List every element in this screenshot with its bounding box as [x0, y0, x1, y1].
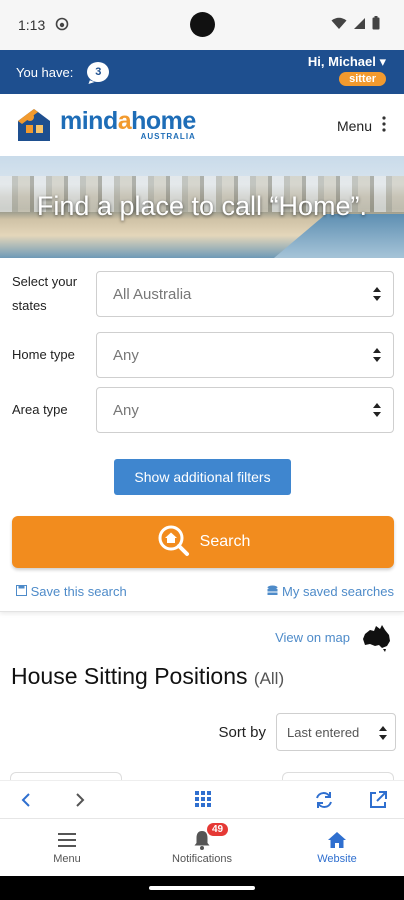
hero-banner: Find a place to call “Home”. — [0, 156, 404, 258]
show-additional-filters-button[interactable]: Show additional filters — [114, 459, 291, 495]
states-label: Select your states — [12, 274, 78, 313]
select-arrows-icon — [373, 346, 381, 368]
australia-map-icon[interactable] — [362, 624, 392, 657]
area-type-row: Area type Any — [12, 387, 394, 433]
database-icon — [267, 584, 278, 599]
view-on-map-link[interactable]: View on map — [275, 630, 350, 645]
logo-word-mind: mind — [60, 106, 118, 135]
logo-house-icon — [14, 105, 54, 145]
browser-toolbar — [0, 780, 404, 818]
my-saved-searches-label: My saved searches — [282, 584, 394, 599]
battery-icon — [372, 16, 380, 33]
bell-icon: 49 — [147, 823, 257, 853]
greeting: Hi, Michael — [307, 54, 376, 69]
app-status-icon — [55, 17, 69, 34]
you-have-label: You have: — [16, 64, 74, 80]
hero-tagline: Find a place to call “Home”. — [36, 191, 368, 221]
system-status-bar: 1:13 — [0, 0, 404, 50]
select-arrows-icon — [373, 401, 381, 423]
nav-website[interactable]: Website — [282, 827, 392, 865]
sort-label: Sort by — [218, 723, 266, 741]
site-header: mindahome AUSTRALIA Menu — [0, 94, 404, 156]
nav-website-label: Website — [317, 853, 357, 865]
camera-cutout — [190, 12, 215, 37]
nav-menu[interactable]: Menu — [12, 827, 122, 865]
user-menu[interactable]: Hi, Michael ▾ sitter — [308, 54, 386, 86]
home-type-select[interactable]: Any — [96, 332, 394, 378]
map-row: View on map — [0, 624, 404, 654]
user-bar: You have: 3 Hi, Michael ▾ sitter — [0, 50, 404, 94]
select-arrows-icon — [379, 724, 387, 745]
apps-grid-icon[interactable] — [194, 790, 212, 812]
listing-filter-tag: (All) — [253, 669, 285, 688]
save-search-label: Save this search — [30, 584, 127, 599]
home-gesture-handle[interactable] — [149, 886, 255, 890]
notifications-badge: 49 — [207, 823, 229, 836]
bottom-navigation: Menu 49 Notifications Website — [0, 818, 404, 876]
home-icon — [282, 827, 392, 853]
messages-badge[interactable]: 3 — [87, 62, 110, 82]
role-badge: sitter — [339, 72, 386, 86]
my-saved-searches-link[interactable]: My saved searches — [267, 584, 394, 599]
area-type-label: Area type — [12, 402, 68, 417]
search-form: Select your states All Australia Home ty… — [0, 258, 404, 612]
gesture-bar — [0, 876, 404, 900]
nav-notifications-label: Notifications — [172, 853, 232, 865]
search-house-icon — [156, 523, 190, 562]
search-button[interactable]: Search — [12, 516, 394, 568]
search-label: Search — [199, 533, 251, 550]
more-vert-icon — [382, 116, 386, 135]
save-disk-icon — [16, 584, 27, 599]
mindahome-logo[interactable]: mindahome AUSTRALIA — [14, 105, 196, 145]
nav-notifications[interactable]: 49 Notifications — [147, 823, 257, 865]
menu-label: Menu — [336, 117, 372, 134]
select-arrows-icon — [373, 285, 381, 307]
area-type-select[interactable]: Any — [96, 387, 394, 433]
sort-row: Sort by Last entered — [218, 713, 396, 751]
listing-title-text: House Sitting Positions — [11, 663, 248, 689]
states-row: Select your states All Australia — [12, 270, 394, 318]
save-search-link[interactable]: Save this search — [16, 584, 127, 599]
sort-select[interactable]: Last entered — [276, 713, 396, 751]
home-type-value: Any — [113, 346, 139, 364]
states-value: All Australia — [113, 285, 192, 303]
logo-word-a: a — [117, 106, 132, 135]
wifi-icon — [331, 17, 347, 33]
forward-icon[interactable] — [74, 790, 86, 814]
back-icon[interactable] — [20, 790, 32, 814]
area-type-value: Any — [113, 401, 139, 419]
clock: 1:13 — [18, 17, 46, 33]
open-external-icon[interactable] — [368, 790, 388, 814]
home-type-row: Home type Any — [12, 332, 394, 378]
refresh-icon[interactable] — [314, 790, 334, 814]
sort-value: Last entered — [287, 724, 360, 740]
logo-word-home: home — [131, 106, 196, 135]
home-type-label: Home type — [12, 347, 75, 362]
nav-menu-label: Menu — [53, 853, 81, 865]
hamburger-icon — [12, 827, 122, 853]
states-select[interactable]: All Australia — [96, 271, 394, 317]
header-menu-button[interactable]: Menu — [337, 116, 386, 135]
chevron-down-icon: ▾ — [379, 54, 386, 69]
listing-title: House Sitting Positions (All) — [11, 663, 284, 690]
signal-icon — [353, 17, 366, 33]
